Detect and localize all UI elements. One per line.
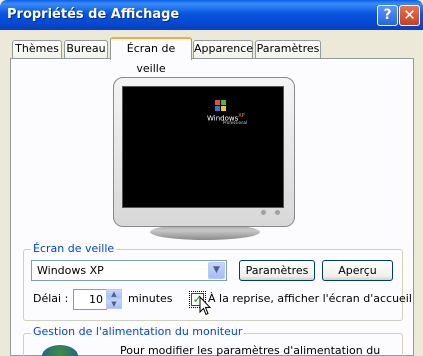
tab-screensaver[interactable]: Écran de veille [110, 37, 192, 75]
help-icon[interactable]: ? [377, 5, 398, 26]
stepper-down-icon[interactable]: ▼ [106, 299, 122, 309]
screensaver-group-title: Écran de veille [31, 242, 117, 255]
preview-brand-xp: XP [238, 113, 245, 119]
preview-screen: WindowsXP Professional [122, 86, 284, 208]
delay-stepper[interactable]: ▲ ▼ [106, 289, 122, 310]
display-properties-window: Propriétés de Affichage ? ✕ Thèmes Burea… [0, 0, 423, 356]
stepper-up-icon[interactable]: ▲ [106, 289, 122, 299]
tab-themes[interactable]: Thèmes [12, 40, 62, 58]
tab-apparence[interactable]: Apparence [193, 40, 253, 58]
windows-logo-icon [215, 100, 227, 112]
power-description: Pour modifier les paramètres d'alimentat… [120, 344, 381, 356]
close-icon[interactable]: ✕ [399, 5, 420, 26]
preview-button[interactable]: Aperçu [322, 260, 393, 281]
tab-parametres[interactable]: Paramètres [255, 40, 321, 58]
mouse-pointer-icon [199, 296, 212, 316]
title-bar[interactable]: Propriétés de Affichage ? ✕ [0, 0, 423, 30]
screensaver-select[interactable]: Windows XP ▼ [31, 260, 227, 281]
monitor-led [261, 210, 266, 215]
power-group-title: Gestion de l'alimentation du moniteur [31, 325, 245, 338]
settings-button[interactable]: Paramètres [239, 260, 315, 281]
monitor-preview: WindowsXP Professional [113, 77, 295, 227]
delay-label: Délai : [33, 292, 69, 305]
resume-label[interactable]: À la reprise, afficher l'écran d'accueil [208, 292, 412, 305]
preview-brand-edition: Professional [223, 120, 248, 125]
screensaver-selected-value: Windows XP [37, 264, 104, 277]
monitor-power-button [275, 210, 280, 215]
chevron-down-icon[interactable]: ▼ [208, 262, 225, 279]
delay-unit: minutes [128, 292, 173, 305]
window-title: Propriétés de Affichage [7, 7, 180, 22]
delay-input[interactable]: 10 [73, 289, 107, 310]
tab-bureau[interactable]: Bureau [64, 40, 108, 58]
